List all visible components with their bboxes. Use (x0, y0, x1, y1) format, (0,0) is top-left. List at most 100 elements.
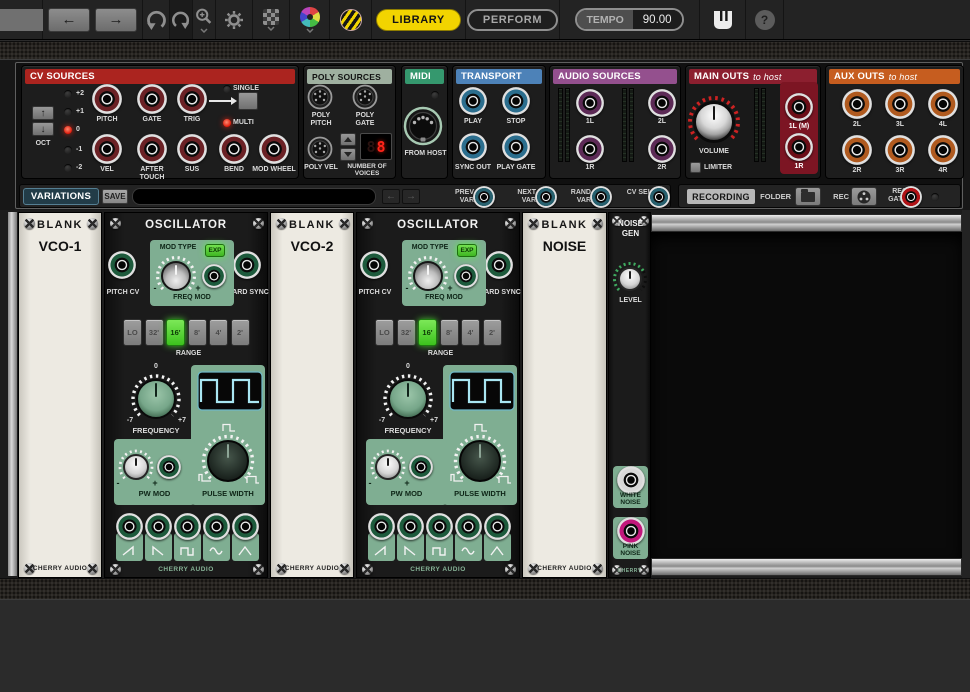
hard-sync-jack[interactable] (485, 251, 513, 279)
rec-gate-jack[interactable] (900, 186, 922, 208)
voices-down-button[interactable] (340, 148, 356, 161)
octave-down-button[interactable]: ↓ (32, 122, 54, 136)
audio-1r-jack[interactable] (576, 135, 604, 163)
aux-3l-jack[interactable] (885, 89, 915, 119)
range-lo-button[interactable]: LO (375, 319, 394, 346)
range-16-button[interactable]: 16' (166, 319, 185, 346)
hard-sync-jack[interactable] (233, 251, 261, 279)
exp-mode-button[interactable]: EXP (457, 244, 477, 257)
range-2-button[interactable]: 2' (483, 319, 502, 346)
library-button[interactable]: LIBRARY (376, 9, 461, 31)
pulse-jack[interactable] (174, 513, 201, 540)
poly-vel-jack[interactable] (307, 136, 333, 162)
noise-gen-module[interactable]: NOISE GEN LEVEL WHITE NOISE PINK NOISE C… (608, 212, 651, 578)
vel-jack[interactable] (92, 134, 122, 164)
save-variation-button[interactable]: SAVE (102, 189, 128, 204)
perform-button[interactable]: PERFORM (467, 9, 558, 31)
folder-button[interactable] (795, 187, 821, 206)
pulse-jack[interactable] (426, 513, 453, 540)
blank-module-noise[interactable]: BLANK NOISE CHERRY AUDIO (522, 212, 607, 578)
aux-4l-jack[interactable] (928, 89, 958, 119)
aux-2r-jack[interactable] (842, 135, 872, 165)
range-8-button[interactable]: 8' (188, 319, 207, 346)
pink-noise-jack[interactable] (617, 517, 645, 545)
midi-din-connector[interactable] (403, 106, 443, 146)
pitch-cv-jack[interactable] (108, 251, 136, 279)
pw-mod-jack[interactable] (157, 455, 181, 479)
variation-next-button[interactable]: → (402, 189, 420, 204)
help-button[interactable]: ? (755, 10, 775, 30)
pitch-cv-jack[interactable] (360, 251, 388, 279)
back-button[interactable]: ← (48, 8, 90, 32)
range-4-button[interactable]: 4' (209, 319, 228, 346)
prev-var-jack[interactable] (473, 186, 495, 208)
pulse-width-knob[interactable] (207, 440, 249, 482)
rack-empty-space[interactable] (651, 232, 962, 558)
aux-4r-jack[interactable] (928, 135, 958, 165)
oscillator-module-2[interactable]: OSCILLATOR PITCH CV HARD SYNC MOD TYPE E… (356, 212, 520, 578)
limiter-checkbox[interactable] (690, 162, 701, 173)
pw-mod-knob[interactable] (123, 454, 149, 480)
range-16-button[interactable]: 16' (418, 319, 437, 346)
poly-pitch-jack[interactable] (307, 84, 333, 110)
forward-button[interactable]: → (95, 8, 137, 32)
triangle-jack[interactable] (484, 513, 511, 540)
sync-out-jack[interactable] (459, 133, 487, 161)
range-4-button[interactable]: 4' (461, 319, 480, 346)
octave-up-button[interactable]: ↑ (32, 106, 54, 120)
freq-mod-jack[interactable] (202, 264, 226, 288)
redo-icon[interactable] (171, 9, 191, 30)
frequency-knob[interactable] (136, 379, 176, 419)
piano-keyboard-icon[interactable] (710, 9, 736, 31)
frequency-knob[interactable] (388, 379, 428, 419)
sine-jack[interactable] (203, 513, 230, 540)
triangle-jack[interactable] (232, 513, 259, 540)
poly-gate-jack[interactable] (352, 84, 378, 110)
cherry-audio-logo-icon[interactable] (340, 9, 362, 31)
pw-mod-jack[interactable] (409, 455, 433, 479)
pulse-width-knob[interactable] (459, 440, 501, 482)
saw-down-jack[interactable] (397, 513, 424, 540)
freq-mod-knob[interactable] (413, 261, 443, 291)
level-knob[interactable] (618, 267, 642, 291)
play-gate-jack[interactable] (502, 133, 530, 161)
white-noise-jack[interactable] (617, 466, 645, 494)
cable-pattern-icon[interactable] (263, 9, 279, 25)
saw-up-jack[interactable] (368, 513, 395, 540)
sus-jack[interactable] (177, 134, 207, 164)
gate-jack[interactable] (137, 84, 167, 114)
saw-up-jack[interactable] (116, 513, 143, 540)
aux-3r-jack[interactable] (885, 135, 915, 165)
trig-jack[interactable] (177, 84, 207, 114)
bend-jack[interactable] (219, 134, 249, 164)
tempo-value[interactable]: 90.00 (633, 10, 682, 29)
undo-icon[interactable] (145, 8, 167, 31)
mod-wheel-jack[interactable] (259, 134, 289, 164)
gear-icon[interactable] (223, 9, 245, 31)
cv-sel-jack[interactable] (648, 186, 670, 208)
exp-mode-button[interactable]: EXP (205, 244, 225, 257)
record-button[interactable] (851, 187, 877, 206)
next-var-jack[interactable] (535, 186, 557, 208)
freq-mod-jack[interactable] (454, 264, 478, 288)
tempo-control[interactable]: TEMPO 90.00 (575, 8, 683, 31)
play-jack[interactable] (459, 87, 487, 115)
rand-var-jack[interactable] (590, 186, 612, 208)
freq-mod-knob[interactable] (161, 261, 191, 291)
blank-module-vco2[interactable]: BLANK VCO-2 CHERRY AUDIO (270, 212, 354, 578)
variation-name-input[interactable] (132, 188, 376, 205)
range-32-button[interactable]: 32' (397, 319, 416, 346)
trig-mode-button[interactable] (238, 92, 258, 110)
main-1r-jack[interactable] (785, 133, 813, 161)
color-wheel-icon[interactable] (300, 7, 320, 27)
range-lo-button[interactable]: LO (123, 319, 142, 346)
volume-knob[interactable] (693, 101, 735, 143)
saw-down-jack[interactable] (145, 513, 172, 540)
variation-prev-button[interactable]: ← (382, 189, 400, 204)
main-1l-jack[interactable] (785, 93, 813, 121)
blank-module-vco1[interactable]: BLANK VCO-1 CHERRY AUDIO (18, 212, 102, 578)
range-8-button[interactable]: 8' (440, 319, 459, 346)
sine-jack[interactable] (455, 513, 482, 540)
stop-jack[interactable] (502, 87, 530, 115)
pw-mod-knob[interactable] (375, 454, 401, 480)
